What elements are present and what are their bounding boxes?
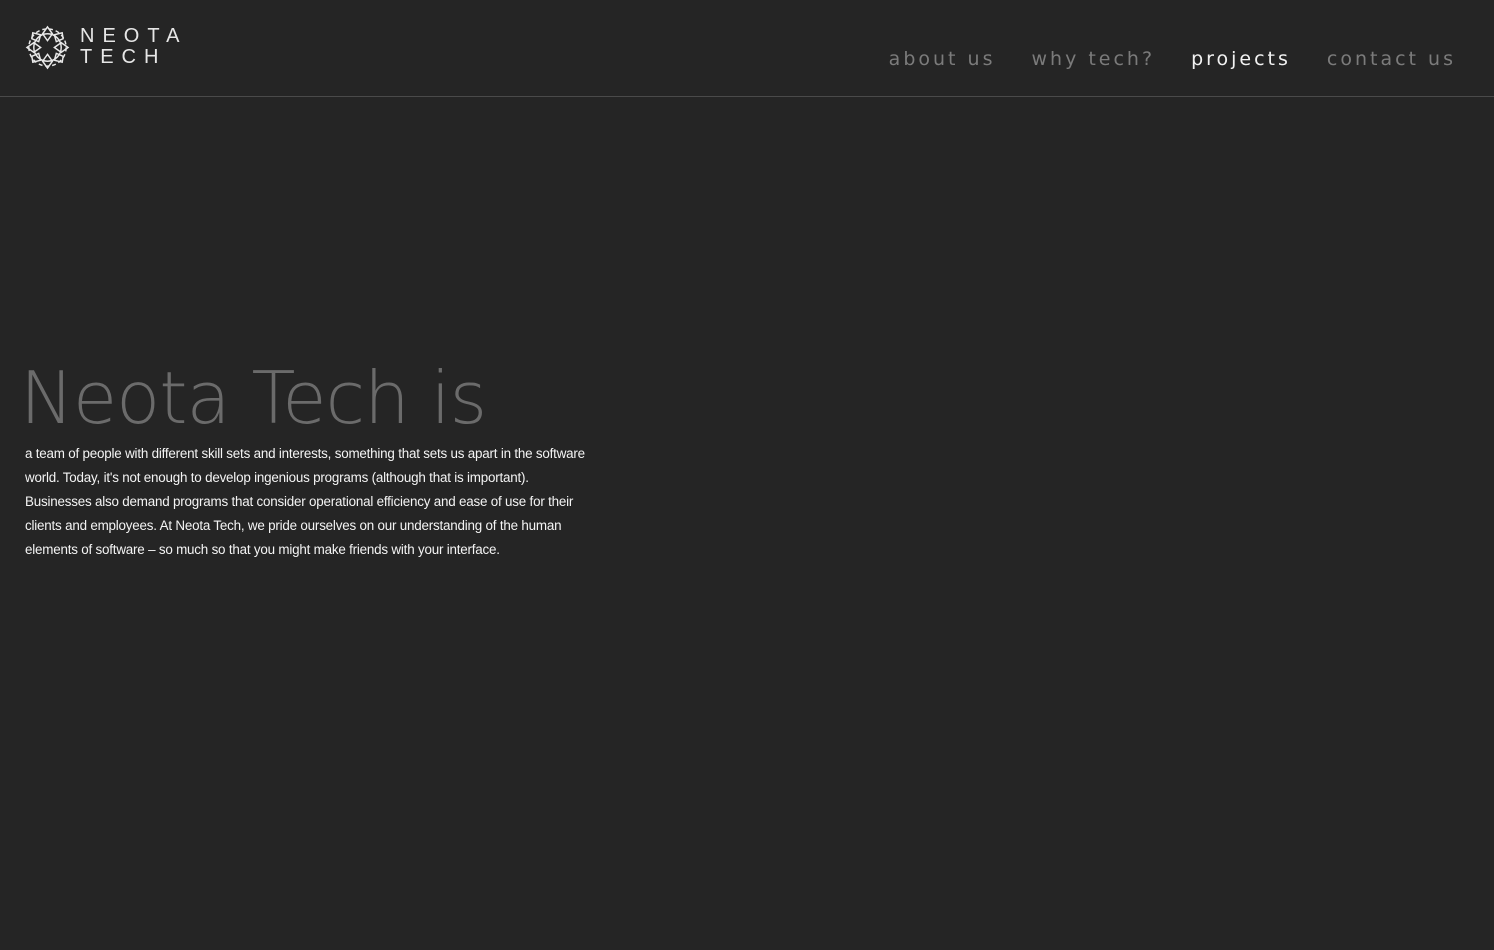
geometric-flower-logo-icon [25,25,70,70]
hero-description: a team of people with different skill se… [25,446,585,557]
nav-why-tech[interactable]: why tech? [1031,46,1155,72]
nav-projects[interactable]: projects [1191,46,1291,72]
nav-contact-us[interactable]: contact us [1327,46,1456,72]
hero-title: Neota Tech is [20,356,487,440]
nav-about-us[interactable]: about us [889,46,996,72]
page: NEOTA TECH about us why tech? projects c… [0,0,1494,950]
logo-line-2: TECH [80,46,167,68]
logo-link[interactable]: NEOTA TECH [24,24,184,72]
logo-line-1: NEOTA [80,25,188,47]
logo-wordmark: NEOTA TECH [80,26,187,68]
site-header: NEOTA TECH about us why tech? projects c… [0,0,1494,97]
main-nav: about us why tech? projects contact us [853,46,1456,72]
